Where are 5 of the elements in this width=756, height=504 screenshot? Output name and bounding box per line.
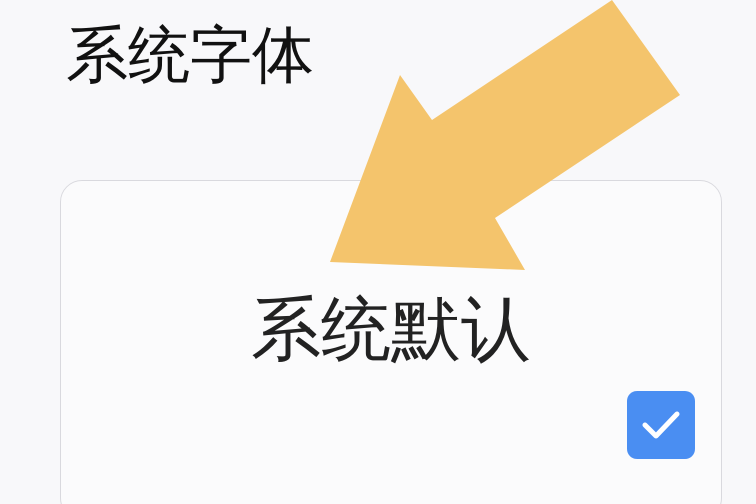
section-title: 系统字体	[66, 18, 314, 91]
font-option-card[interactable]: 系统默认	[60, 180, 722, 504]
checkbox[interactable]	[627, 391, 695, 459]
option-label: 系统默认	[251, 287, 531, 371]
check-icon	[641, 410, 681, 440]
